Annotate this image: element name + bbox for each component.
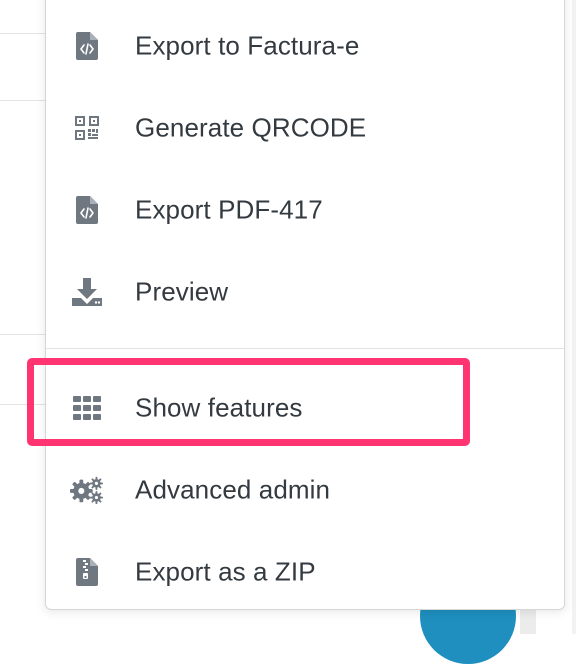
grid-icon	[70, 391, 104, 425]
file-zip-icon	[70, 555, 104, 589]
menu-item-label: Advanced admin	[135, 474, 331, 505]
cogs-icon	[70, 473, 104, 507]
menu-item-export-zip[interactable]: Export as a ZIP	[46, 531, 564, 613]
file-code-icon	[70, 29, 104, 63]
file-code-icon	[70, 193, 104, 227]
download-icon	[70, 275, 104, 309]
actions-dropdown-menu: Export to Factura-e Generate QRCODE Expo…	[45, 0, 565, 610]
menu-item-label: Preview	[135, 276, 229, 307]
background-row-divider	[0, 334, 46, 335]
menu-item-label: Generate QRCODE	[135, 112, 367, 143]
menu-item-export-pdf-417[interactable]: Export PDF-417	[46, 169, 564, 251]
menu-item-preview[interactable]: Preview	[46, 251, 564, 333]
menu-item-label: Export as a ZIP	[135, 556, 316, 587]
menu-divider	[46, 348, 564, 349]
menu-item-show-features[interactable]: Show features	[46, 367, 564, 449]
background-row-divider	[0, 404, 46, 405]
menu-item-label: Export to Factura-e	[135, 30, 360, 61]
menu-item-export-factura-e[interactable]: Export to Factura-e	[46, 5, 564, 87]
menu-item-label: Export PDF-417	[135, 194, 323, 225]
menu-item-generate-qrcode[interactable]: Generate QRCODE	[46, 87, 564, 169]
menu-item-label: Show features	[135, 392, 303, 423]
background-row-divider	[0, 100, 46, 101]
page-scrollbar[interactable]	[572, 0, 576, 634]
menu-item-advanced-admin[interactable]: Advanced admin	[46, 449, 564, 531]
qrcode-icon	[70, 111, 104, 145]
background-row-divider	[0, 33, 46, 34]
